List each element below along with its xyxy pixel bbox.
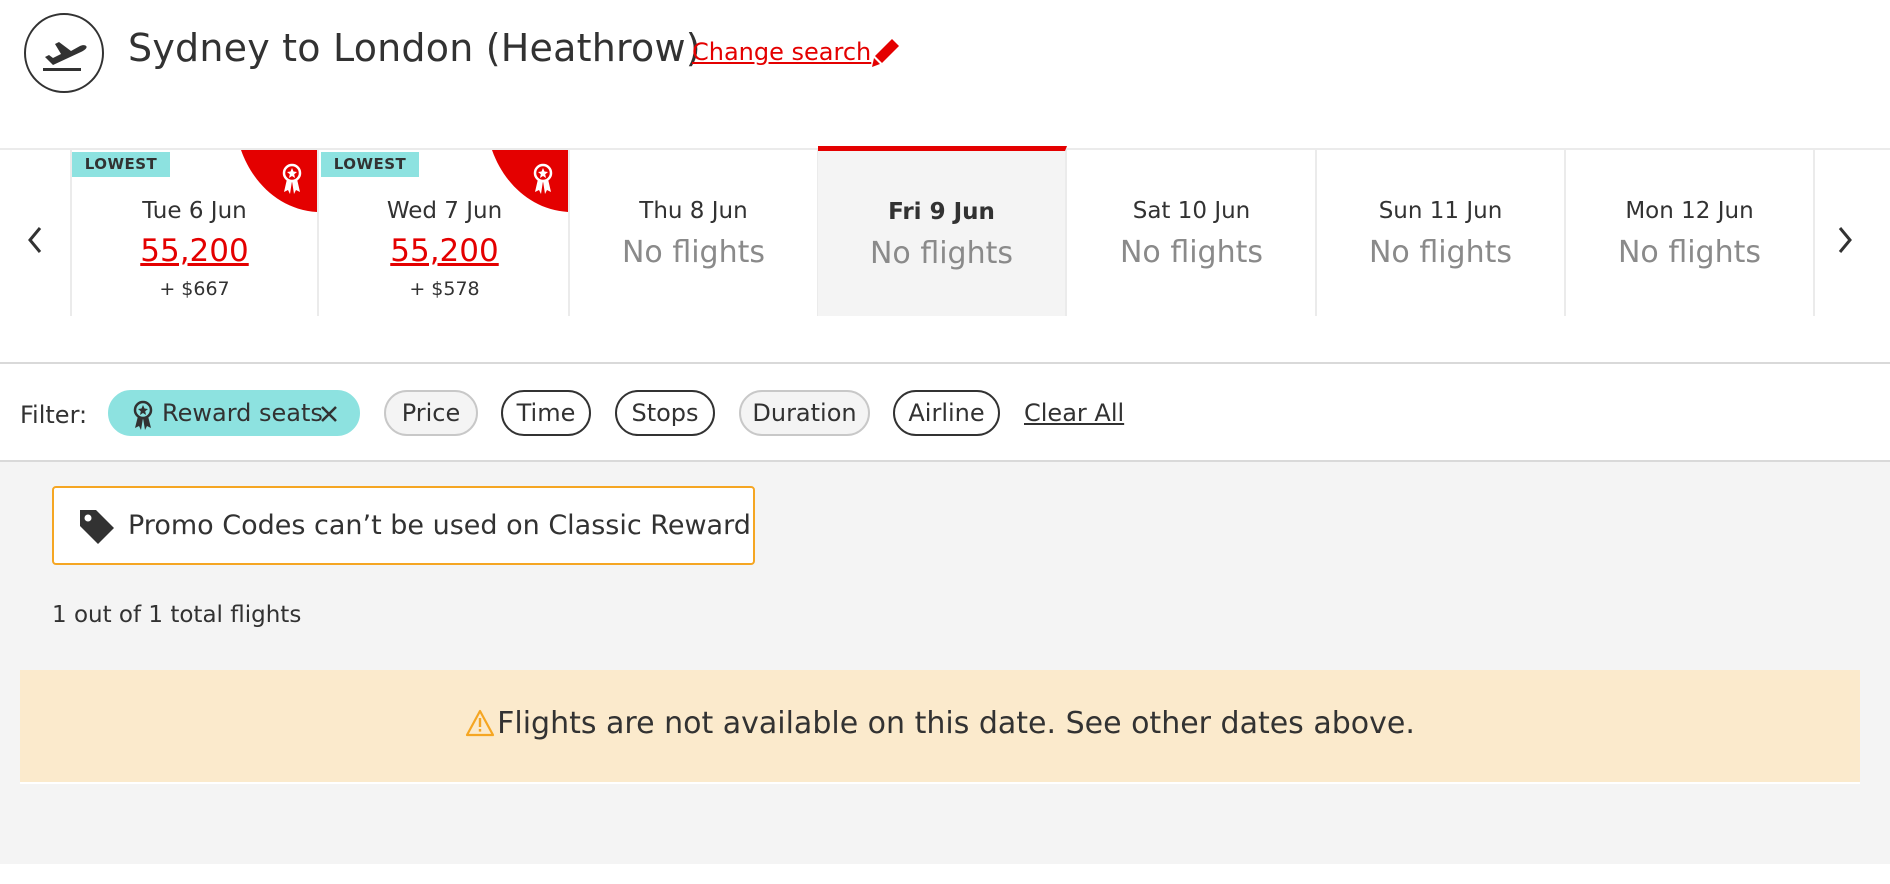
lowest-badge: LOWEST	[321, 152, 419, 177]
chevron-right-icon[interactable]	[1825, 210, 1865, 270]
no-flights-alert: Flights are not available on this date. …	[20, 670, 1860, 784]
filter-bar: Filter: Reward seats Price Time Stops Du…	[0, 366, 1890, 462]
close-icon[interactable]	[319, 404, 339, 424]
date-tab-mon-12-jun[interactable]: Mon 12 Jun No flights	[1566, 150, 1815, 316]
no-flights-text: No flights	[1119, 235, 1263, 270]
chip-label: Stops	[631, 399, 699, 427]
results-count: 1 out of 1 total flights	[52, 602, 302, 628]
tax-amount: + $578	[409, 278, 480, 300]
date-selector: LOWEST Tue 6 Jun 55,200 + $667 LOWEST We…	[0, 146, 1890, 364]
filter-chip-airline[interactable]: Airline	[893, 390, 1000, 436]
promo-notice: Promo Codes can’t be used on Classic Rew…	[52, 486, 755, 565]
date-label: Thu 8 Jun	[639, 198, 748, 224]
chip-label: Reward seats	[162, 399, 323, 427]
lowest-badge: LOWEST	[72, 152, 170, 177]
page-title: Sydney to London (Heathrow)	[128, 26, 701, 70]
date-tab-thu-8-jun[interactable]: Thu 8 Jun No flights	[570, 150, 819, 316]
chevron-left-icon[interactable]	[15, 210, 55, 270]
no-flights-text: No flights	[869, 236, 1013, 271]
date-tab-fri-9-jun[interactable]: Fri 9 Jun No flights	[818, 146, 1067, 316]
no-flights-text: No flights	[1617, 235, 1761, 270]
date-label: Mon 12 Jun	[1625, 198, 1754, 224]
tax-amount: + $667	[159, 278, 230, 300]
filter-chip-time[interactable]: Time	[501, 390, 591, 436]
pencil-icon[interactable]	[870, 36, 902, 70]
date-tab-tue-6-jun[interactable]: LOWEST Tue 6 Jun 55,200 + $667	[70, 150, 319, 316]
page-header: Sydney to London (Heathrow) Change searc…	[0, 0, 1890, 105]
reward-ribbon-icon	[133, 400, 153, 430]
chip-label: Airline	[908, 399, 985, 427]
results-area: Promo Codes can’t be used on Classic Rew…	[0, 462, 1890, 864]
no-flights-text: No flights	[621, 235, 765, 270]
date-label: Wed 7 Jun	[386, 198, 503, 224]
tag-icon	[80, 510, 114, 544]
filter-chip-duration[interactable]: Duration	[739, 390, 870, 436]
alert-text: Flights are not available on this date. …	[497, 706, 1415, 741]
alert-message: Flights are not available on this date. …	[20, 706, 1860, 741]
filter-chip-stops[interactable]: Stops	[615, 390, 715, 436]
points-price[interactable]: 55,200	[72, 233, 317, 269]
date-label: Sun 11 Jun	[1378, 198, 1503, 224]
chip-label: Duration	[752, 399, 857, 427]
filter-label: Filter:	[20, 401, 88, 429]
chip-label: Time	[516, 399, 576, 427]
filter-chip-price[interactable]: Price	[384, 390, 478, 436]
filter-chip-reward-seats[interactable]: Reward seats	[108, 390, 360, 436]
date-label: Tue 6 Jun	[142, 198, 247, 224]
date-label: Fri 9 Jun	[888, 199, 995, 225]
warning-icon	[466, 709, 495, 737]
date-tab-sat-10-jun[interactable]: Sat 10 Jun No flights	[1068, 150, 1317, 316]
date-label: Sat 10 Jun	[1132, 198, 1251, 224]
plane-departure-icon	[24, 13, 104, 93]
promo-text: Promo Codes can’t be used on Classic Rew…	[128, 510, 751, 541]
no-flights-text: No flights	[1368, 235, 1512, 270]
clear-all-link[interactable]: Clear All	[1024, 399, 1124, 427]
date-tab-sun-11-jun[interactable]: Sun 11 Jun No flights	[1317, 150, 1566, 316]
points-price[interactable]: 55,200	[321, 233, 568, 269]
chip-label: Price	[401, 399, 461, 427]
date-tab-wed-7-jun[interactable]: LOWEST Wed 7 Jun 55,200 + $578	[321, 150, 570, 316]
change-search-link[interactable]: Change search	[692, 38, 871, 66]
